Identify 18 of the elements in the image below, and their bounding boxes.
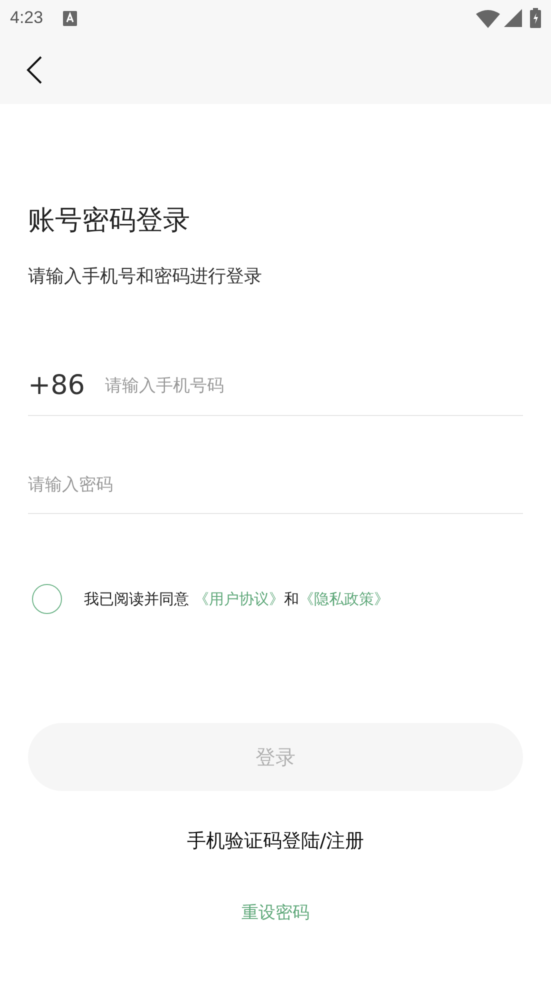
phone-field[interactable]: 请输入手机号码 (104, 374, 523, 400)
wifi-icon (476, 8, 500, 28)
page-subtitle: 请输入手机号和密码进行登录 (28, 265, 263, 289)
agreement-checkbox[interactable] (32, 584, 62, 614)
user-agreement-link[interactable]: 《用户协议》 (194, 590, 284, 608)
battery-icon (530, 8, 541, 28)
back-button[interactable] (24, 54, 44, 86)
back-icon (26, 56, 42, 84)
sms-login-link[interactable]: 手机验证码登陆/注册 (186, 827, 364, 856)
country-code[interactable]: +86 (28, 366, 85, 407)
signal-icon (504, 9, 522, 27)
page-title: 账号密码登录 (28, 204, 191, 238)
keyboard-icon (63, 10, 78, 26)
status-time: 4:23 (10, 7, 44, 30)
password-field[interactable]: 请输入密码 (28, 472, 523, 498)
reset-password-link[interactable]: 重设密码 (242, 900, 310, 926)
privacy-policy-link[interactable]: 《隐私政策》 (298, 590, 389, 608)
agreement-text: 我已阅读并同意 《用户协议》和《隐私政策》 (84, 588, 389, 610)
